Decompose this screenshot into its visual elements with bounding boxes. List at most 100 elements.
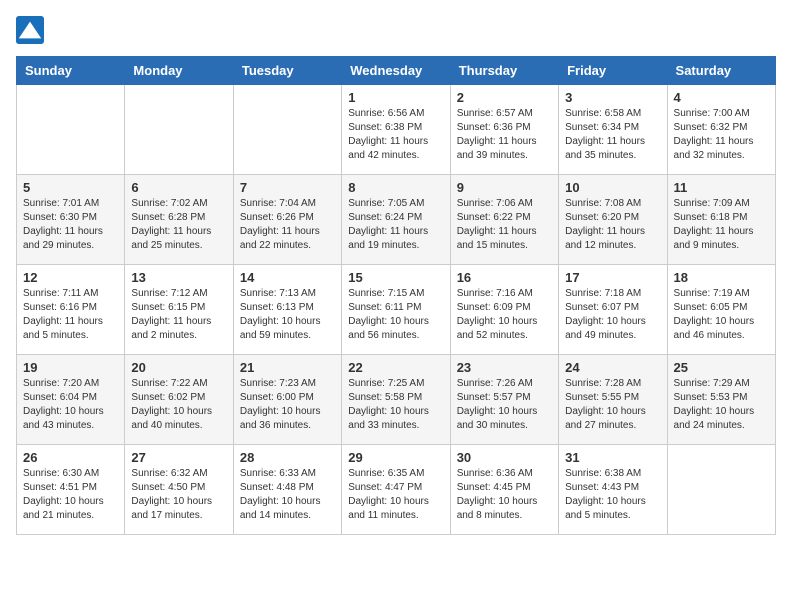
day-number: 31: [565, 450, 660, 465]
day-number: 24: [565, 360, 660, 375]
day-number: 14: [240, 270, 335, 285]
day-number: 7: [240, 180, 335, 195]
weekday-header: Sunday: [17, 57, 125, 85]
calendar-cell: 23Sunrise: 7:26 AMSunset: 5:57 PMDayligh…: [450, 355, 558, 445]
day-info: Sunrise: 7:02 AMSunset: 6:28 PMDaylight:…: [131, 197, 226, 253]
calendar-cell: 19 Sunrise: 7:20 AMSunset: 6:04 PMDayligh…: [17, 355, 125, 445]
day-number: 19: [23, 360, 118, 375]
calendar-cell: 30 Sunrise: 6:36 AMSunset: 4:45 PMDayligh…: [450, 445, 558, 535]
calendar-cell: [667, 445, 775, 535]
day-info: Sunrise: 6:38 AMSunset: 4:43 PMDaylight:…: [565, 467, 660, 523]
day-info: Sunrise: 7:12 AMSunset: 6:15 PMDaylight:…: [131, 287, 226, 343]
calendar-cell: 13 Sunrise: 7:12 AMSunset: 6:15 PMDayligh…: [125, 265, 233, 355]
day-info: Sunrise: 7:25 AMSunset: 5:58 PMDaylight:…: [348, 377, 443, 433]
calendar-cell: 27 Sunrise: 6:32 AMSunset: 4:50 PMDayligh…: [125, 445, 233, 535]
logo: [16, 16, 46, 44]
day-info: Sunrise: 6:58 AMSunset: 6:34 PMDaylight:…: [565, 107, 660, 163]
calendar-cell: 29 Sunrise: 6:35 AMSunset: 4:47 PMDayligh…: [342, 445, 450, 535]
day-info: Sunrise: 7:29 AMSunset: 5:53 PMDaylight:…: [674, 377, 769, 433]
day-number: 13: [131, 270, 226, 285]
day-number: 1: [348, 90, 443, 105]
day-info: Sunrise: 7:06 AMSunset: 6:22 PMDaylight:…: [457, 197, 552, 253]
day-info: Sunrise: 7:19 AMSunset: 6:05 PMDaylight:…: [674, 287, 769, 343]
day-number: 5: [23, 180, 118, 195]
day-info: Sunrise: 6:57 AMSunset: 6:36 PMDaylight:…: [457, 107, 552, 163]
day-info: Sunrise: 7:01 AMSunset: 6:30 PMDaylight:…: [23, 197, 118, 253]
day-number: 22: [348, 360, 443, 375]
day-info: Sunrise: 6:56 AMSunset: 6:38 PMDaylight:…: [348, 107, 443, 163]
day-number: 29: [348, 450, 443, 465]
weekday-header-row: SundayMondayTuesdayWednesdayThursdayFrid…: [17, 57, 776, 85]
calendar-cell: 11 Sunrise: 7:09 AMSunset: 6:18 PMDayligh…: [667, 175, 775, 265]
day-number: 9: [457, 180, 552, 195]
day-info: Sunrise: 6:30 AMSunset: 4:51 PMDaylight:…: [23, 467, 118, 523]
calendar-cell: 17 Sunrise: 7:18 AMSunset: 6:07 PMDayligh…: [559, 265, 667, 355]
calendar-cell: 21Sunrise: 7:23 AMSunset: 6:00 PMDayligh…: [233, 355, 341, 445]
day-number: 15: [348, 270, 443, 285]
calendar-cell: 10Sunrise: 7:08 AMSunset: 6:20 PMDayligh…: [559, 175, 667, 265]
day-number: 8: [348, 180, 443, 195]
day-info: Sunrise: 6:32 AMSunset: 4:50 PMDaylight:…: [131, 467, 226, 523]
calendar-cell: 15Sunrise: 7:15 AMSunset: 6:11 PMDayligh…: [342, 265, 450, 355]
calendar-cell: 5 Sunrise: 7:01 AMSunset: 6:30 PMDaylight…: [17, 175, 125, 265]
day-info: Sunrise: 7:05 AMSunset: 6:24 PMDaylight:…: [348, 197, 443, 253]
logo-icon: [16, 16, 44, 44]
calendar-week-row: 5 Sunrise: 7:01 AMSunset: 6:30 PMDaylight…: [17, 175, 776, 265]
calendar-cell: 16Sunrise: 7:16 AMSunset: 6:09 PMDayligh…: [450, 265, 558, 355]
day-info: Sunrise: 6:35 AMSunset: 4:47 PMDaylight:…: [348, 467, 443, 523]
day-number: 28: [240, 450, 335, 465]
calendar-cell: 31 Sunrise: 6:38 AMSunset: 4:43 PMDayligh…: [559, 445, 667, 535]
calendar-cell: 18 Sunrise: 7:19 AMSunset: 6:05 PMDayligh…: [667, 265, 775, 355]
calendar-cell: [125, 85, 233, 175]
day-info: Sunrise: 7:04 AMSunset: 6:26 PMDaylight:…: [240, 197, 335, 253]
calendar-cell: 6 Sunrise: 7:02 AMSunset: 6:28 PMDaylight…: [125, 175, 233, 265]
day-number: 25: [674, 360, 769, 375]
day-number: 27: [131, 450, 226, 465]
calendar-cell: 22 Sunrise: 7:25 AMSunset: 5:58 PMDayligh…: [342, 355, 450, 445]
calendar-week-row: 1 Sunrise: 6:56 AMSunset: 6:38 PMDaylight…: [17, 85, 776, 175]
day-info: Sunrise: 7:08 AMSunset: 6:20 PMDaylight:…: [565, 197, 660, 253]
day-number: 12: [23, 270, 118, 285]
weekday-header: Wednesday: [342, 57, 450, 85]
calendar-cell: 7 Sunrise: 7:04 AMSunset: 6:26 PMDaylight…: [233, 175, 341, 265]
day-number: 18: [674, 270, 769, 285]
calendar-cell: 4Sunrise: 7:00 AMSunset: 6:32 PMDaylight…: [667, 85, 775, 175]
day-info: Sunrise: 7:20 AMSunset: 6:04 PMDaylight:…: [23, 377, 118, 433]
day-number: 6: [131, 180, 226, 195]
calendar-cell: 9 Sunrise: 7:06 AMSunset: 6:22 PMDaylight…: [450, 175, 558, 265]
calendar-cell: [17, 85, 125, 175]
day-info: Sunrise: 7:13 AMSunset: 6:13 PMDaylight:…: [240, 287, 335, 343]
day-info: Sunrise: 6:33 AMSunset: 4:48 PMDaylight:…: [240, 467, 335, 523]
weekday-header: Tuesday: [233, 57, 341, 85]
calendar-cell: 8 Sunrise: 7:05 AMSunset: 6:24 PMDaylight…: [342, 175, 450, 265]
calendar-cell: 26 Sunrise: 6:30 AMSunset: 4:51 PMDayligh…: [17, 445, 125, 535]
weekday-header: Monday: [125, 57, 233, 85]
calendar-cell: 3Sunrise: 6:58 AMSunset: 6:34 PMDaylight…: [559, 85, 667, 175]
day-info: Sunrise: 7:22 AMSunset: 6:02 PMDaylight:…: [131, 377, 226, 433]
calendar-week-row: 26 Sunrise: 6:30 AMSunset: 4:51 PMDayligh…: [17, 445, 776, 535]
day-number: 20: [131, 360, 226, 375]
calendar-cell: 12 Sunrise: 7:11 AMSunset: 6:16 PMDayligh…: [17, 265, 125, 355]
day-number: 30: [457, 450, 552, 465]
calendar-cell: 14 Sunrise: 7:13 AMSunset: 6:13 PMDayligh…: [233, 265, 341, 355]
day-number: 17: [565, 270, 660, 285]
day-number: 2: [457, 90, 552, 105]
day-number: 16: [457, 270, 552, 285]
day-number: 26: [23, 450, 118, 465]
day-info: Sunrise: 7:11 AMSunset: 6:16 PMDaylight:…: [23, 287, 118, 343]
calendar-table: SundayMondayTuesdayWednesdayThursdayFrid…: [16, 56, 776, 535]
calendar-cell: 2 Sunrise: 6:57 AMSunset: 6:36 PMDaylight…: [450, 85, 558, 175]
day-info: Sunrise: 7:18 AMSunset: 6:07 PMDaylight:…: [565, 287, 660, 343]
calendar-cell: 24 Sunrise: 7:28 AMSunset: 5:55 PMDayligh…: [559, 355, 667, 445]
day-info: Sunrise: 7:26 AMSunset: 5:57 PMDaylight:…: [457, 377, 552, 433]
page-header: [16, 16, 776, 44]
day-info: Sunrise: 6:36 AMSunset: 4:45 PMDaylight:…: [457, 467, 552, 523]
calendar-cell: 28 Sunrise: 6:33 AMSunset: 4:48 PMDayligh…: [233, 445, 341, 535]
day-info: Sunrise: 7:28 AMSunset: 5:55 PMDaylight:…: [565, 377, 660, 433]
calendar-cell: 20 Sunrise: 7:22 AMSunset: 6:02 PMDayligh…: [125, 355, 233, 445]
calendar-cell: [233, 85, 341, 175]
day-info: Sunrise: 7:09 AMSunset: 6:18 PMDaylight:…: [674, 197, 769, 253]
weekday-header: Thursday: [450, 57, 558, 85]
weekday-header: Saturday: [667, 57, 775, 85]
day-number: 11: [674, 180, 769, 195]
